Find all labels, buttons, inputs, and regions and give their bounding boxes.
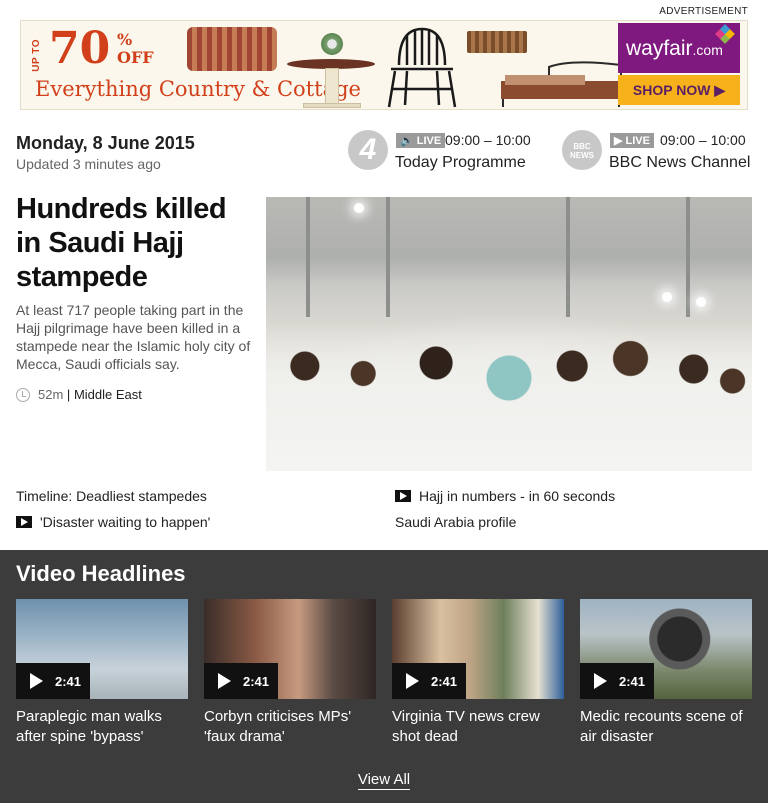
ad-pillow-image (187, 27, 277, 71)
related-link-label: Saudi Arabia profile (395, 514, 517, 530)
live-badge: 🔈 LIVE (396, 133, 446, 148)
programme-time: 09:00 – 10:00 (445, 132, 531, 148)
section-link[interactable]: Middle East (74, 387, 142, 402)
play-icon (218, 673, 231, 689)
lamp-pole (306, 197, 310, 317)
video-duration-badge: 2:41 (580, 663, 654, 699)
ad-bed-image (501, 61, 622, 107)
related-link-label: Timeline: Deadliest stampedes (16, 488, 207, 504)
programme-name[interactable]: Today Programme (395, 154, 526, 172)
video-duration: 2:41 (619, 674, 646, 689)
ad-off-label: OFF (117, 48, 154, 67)
ad-flower-image (321, 33, 343, 55)
wayfair-brand: wayfair (626, 37, 693, 60)
ad-table-base (303, 103, 361, 108)
video-thumbnail[interactable]: 2:41 (392, 599, 564, 699)
video-play-icon (16, 516, 32, 528)
lamp-light (354, 203, 364, 213)
live-label: LIVE (625, 135, 650, 147)
lead-headline[interactable]: Hundreds killed in Saudi Hajj stampede (16, 192, 252, 294)
video-duration-badge: 2:41 (204, 663, 278, 699)
video-thumbnail[interactable]: 2:41 (16, 599, 188, 699)
lamp-pole (566, 197, 570, 317)
related-link-label: 'Disaster waiting to happen' (40, 514, 211, 530)
ad-tagline: Everything Country & Cottage (35, 77, 361, 101)
wayfair-pinwheel-icon (715, 24, 735, 44)
ad-table-leg (325, 68, 339, 104)
speaker-icon: 🔈 (400, 135, 414, 147)
programme-time: 09:00 – 10:00 (660, 132, 746, 148)
video-caption[interactable]: Medic recounts scene of air disaster (580, 707, 752, 747)
advertisement-banner[interactable]: UP TO 70 % OFF Everything Country & Cott… (20, 20, 748, 110)
meta-separator: | (66, 387, 71, 402)
video-card[interactable]: 2:41 Virginia TV news crew shot dead (392, 599, 564, 747)
ad-up-to-text: UP TO (31, 39, 42, 72)
video-caption[interactable]: Virginia TV news crew shot dead (392, 707, 564, 747)
lead-story-image[interactable] (266, 197, 752, 471)
programme-today[interactable]: 4 🔈 LIVE 09:00 – 10:00 Today Programme (348, 130, 548, 174)
video-headlines-title: Video Headlines (16, 561, 186, 586)
crowd-image (266, 321, 752, 471)
radio-4-logo-text: 4 (359, 133, 377, 166)
video-duration: 2:41 (243, 674, 270, 689)
play-icon (594, 673, 607, 689)
ad-percent: 70 (49, 27, 110, 71)
play-icon (406, 673, 419, 689)
programme-news-channel[interactable]: BBC NEWS ▶ LIVE 09:00 – 10:00 BBC News C… (562, 130, 762, 174)
lead-meta: 52m | Middle East (16, 387, 142, 402)
video-card[interactable]: 2:41 Medic recounts scene of air disaste… (580, 599, 752, 747)
shop-now-button[interactable]: SHOP NOW ▶ (618, 75, 740, 105)
lamp-pole (686, 197, 690, 317)
play-icon: ▶ (614, 135, 623, 147)
video-caption[interactable]: Corbyn criticises MPs' 'faux drama' (204, 707, 376, 747)
radio-4-logo: 4 (348, 130, 388, 170)
video-thumbnail[interactable]: 2:41 (580, 599, 752, 699)
video-headlines-section: Video Headlines 2:41 Paraplegic man walk… (0, 550, 768, 803)
lamp-light (662, 292, 672, 302)
advertisement-label: ADVERTISEMENT (659, 6, 748, 17)
bbc-news-logo-text: BBC NEWS (570, 142, 594, 160)
video-thumbnail[interactable]: 2:41 (204, 599, 376, 699)
play-icon (30, 673, 43, 689)
related-video-link[interactable]: Hajj in numbers - in 60 seconds (395, 488, 615, 504)
video-play-icon (395, 490, 411, 502)
video-card[interactable]: 2:41 Paraplegic man walks after spine 'b… (16, 599, 188, 747)
lamp-light (696, 297, 706, 307)
related-link-label: Hajj in numbers - in 60 seconds (419, 488, 616, 504)
wayfair-logo: wayfair.com (618, 23, 740, 73)
view-all-link[interactable]: View All (357, 771, 411, 790)
wayfair-dotcom: .com (692, 42, 723, 58)
related-link[interactable]: Saudi Arabia profile (395, 514, 516, 530)
lead-summary: At least 717 people taking part in the H… (16, 302, 251, 372)
programme-name[interactable]: BBC News Channel (609, 154, 750, 172)
page-date: Monday, 8 June 2015 (16, 133, 195, 153)
ad-chair-image (387, 27, 457, 108)
video-duration: 2:41 (431, 674, 458, 689)
video-duration-badge: 2:41 (16, 663, 90, 699)
bbc-news-logo: BBC NEWS (562, 130, 602, 170)
video-duration-badge: 2:41 (392, 663, 466, 699)
story-age: 52m (38, 387, 64, 402)
ad-percent-number: 70 (49, 23, 111, 74)
video-caption[interactable]: Paraplegic man walks after spine 'bypass… (16, 707, 188, 747)
ad-percent-sign: % (117, 30, 133, 49)
view-all-container: View All (0, 771, 768, 790)
live-label: LIVE (416, 135, 442, 147)
ad-off-text: % OFF (117, 31, 154, 67)
live-badge: ▶ LIVE (610, 133, 654, 148)
related-link[interactable]: Timeline: Deadliest stampedes (16, 488, 207, 504)
clock-icon (16, 388, 30, 402)
ad-basket-image (467, 31, 527, 53)
video-duration: 2:41 (55, 674, 82, 689)
related-video-link[interactable]: 'Disaster waiting to happen' (16, 514, 210, 530)
lamp-pole (386, 197, 390, 317)
video-card[interactable]: 2:41 Corbyn criticises MPs' 'faux drama' (204, 599, 376, 747)
updated-timestamp: Updated 3 minutes ago (16, 156, 161, 172)
